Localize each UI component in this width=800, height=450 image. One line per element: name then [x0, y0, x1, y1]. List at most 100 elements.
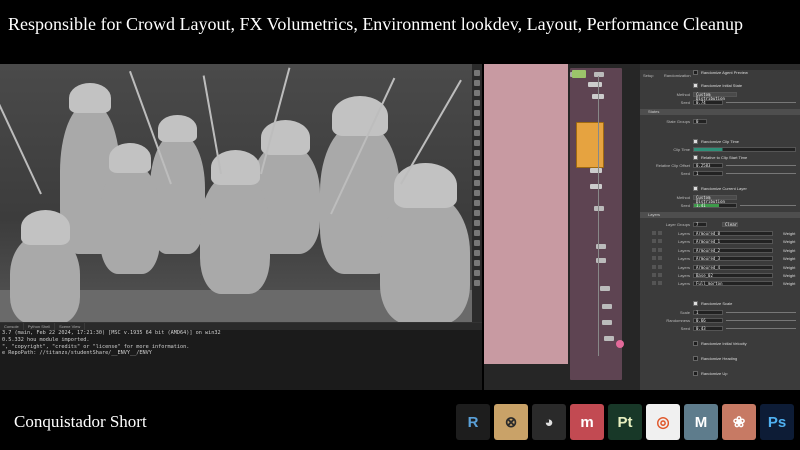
current-layer-row: Randomize Current Layer	[640, 185, 800, 192]
state-groups-field[interactable]: 0	[693, 119, 707, 124]
initial-state-checkbox[interactable]	[693, 83, 698, 88]
viewport-tool-button[interactable]	[474, 150, 480, 156]
scale-field[interactable]: 1	[693, 310, 723, 315]
randomness-slider[interactable]	[726, 320, 796, 321]
scene-viewport[interactable]	[0, 64, 482, 322]
python-console[interactable]: Console Python Shell Scene View 3.7 (mai…	[0, 322, 482, 390]
current-layer-label: Randomize Current Layer	[701, 186, 747, 191]
up-row: Randomize Up	[640, 370, 800, 377]
seed-slider[interactable]	[726, 328, 796, 329]
software-logos: R ⊗ ◕ m Pt ◎ M ❀ Ps	[456, 404, 794, 442]
viewport-tool-button[interactable]	[474, 230, 480, 236]
scale-slider[interactable]	[726, 312, 796, 313]
viewport-tool-button[interactable]	[474, 190, 480, 196]
method-dropdown[interactable]: Custom Distribution	[693, 195, 737, 204]
viewport-tool-button[interactable]	[474, 210, 480, 216]
seed-field[interactable]: 1	[693, 171, 723, 176]
tab-python-shell[interactable]: Python Shell	[24, 323, 56, 330]
offset-slider[interactable]	[726, 165, 796, 166]
viewport-tool-button[interactable]	[474, 130, 480, 136]
crowd-source-subnet[interactable]	[576, 122, 604, 168]
relative-start-checkbox[interactable]	[693, 155, 698, 160]
clip-time-ramp[interactable]	[693, 147, 796, 152]
viewport-tool-button[interactable]	[474, 260, 480, 266]
tab-console[interactable]: Console	[0, 323, 24, 330]
seed-slider[interactable]	[726, 102, 796, 103]
seed-field[interactable]: 0.74	[693, 100, 723, 105]
weight-label: Weight	[783, 281, 796, 287]
state-groups-label: State Groups	[666, 119, 690, 124]
viewport-tool-button[interactable]	[474, 170, 480, 176]
layer-name-field[interactable]: Base_02	[693, 273, 773, 278]
offset-field[interactable]: 0.2583	[693, 163, 723, 168]
tab-scene-view[interactable]: Scene View	[55, 323, 86, 330]
viewport-tool-button[interactable]	[474, 220, 480, 226]
layer-groups-field[interactable]: 7	[693, 222, 707, 227]
viewport-tool-button[interactable]	[474, 160, 480, 166]
crowd-agent	[200, 174, 270, 294]
viewport-tool-button[interactable]	[474, 90, 480, 96]
photoshop-logo: Ps	[760, 404, 794, 440]
viewport-tool-button[interactable]	[474, 280, 480, 286]
layer-row: Layers Full_morton Weight	[640, 280, 800, 287]
layer-name-field[interactable]: Armoured_3	[693, 256, 773, 262]
node[interactable]	[600, 286, 610, 291]
node[interactable]	[588, 82, 602, 87]
node[interactable]	[602, 320, 612, 325]
viewport-toolbar[interactable]	[472, 64, 482, 322]
viewport-tool-button[interactable]	[474, 70, 480, 76]
node[interactable]	[594, 206, 604, 211]
current-layer-checkbox[interactable]	[693, 186, 698, 191]
heading-checkbox[interactable]	[693, 356, 698, 361]
node[interactable]	[590, 184, 602, 189]
weight-label: Weight	[783, 256, 796, 262]
clear-button[interactable]: Clear	[722, 222, 738, 227]
seed-slider[interactable]	[726, 173, 796, 174]
node[interactable]	[594, 72, 604, 77]
agent-preview-label: Randomize Agent Preview	[701, 70, 748, 75]
layer-name-field[interactable]: Armoured_4	[693, 264, 773, 270]
seed-field[interactable]: 1.41	[693, 203, 737, 208]
viewport-tool-button[interactable]	[474, 80, 480, 86]
velocity-checkbox[interactable]	[693, 341, 698, 346]
scale-checkbox[interactable]	[693, 301, 698, 306]
viewport-tool-button[interactable]	[474, 200, 480, 206]
node[interactable]	[590, 168, 602, 173]
davinci-resolve-logo: ◕	[532, 404, 566, 440]
states-section[interactable]: States	[640, 109, 800, 115]
output-node[interactable]	[616, 340, 624, 348]
viewport-tool-button[interactable]	[474, 250, 480, 256]
node-selected[interactable]	[572, 70, 586, 78]
layer-name-field[interactable]: Armoured_0	[693, 231, 773, 236]
node[interactable]	[604, 336, 614, 341]
node-network-editor[interactable]	[484, 64, 640, 390]
initial-state-row: Randomize Initial State	[640, 82, 800, 89]
viewport-tool-button[interactable]	[474, 180, 480, 186]
viewport-tool-button[interactable]	[474, 140, 480, 146]
state-groups-row: State Groups 0	[640, 118, 800, 125]
layer-name-field[interactable]: Armoured_2	[693, 247, 773, 253]
viewport-tool-button[interactable]	[474, 110, 480, 116]
viewport-tool-button[interactable]	[474, 120, 480, 126]
scale-seed-row: Seed 0.43	[640, 325, 800, 332]
clip-time-checkbox[interactable]	[693, 139, 698, 144]
randomness-field[interactable]: 0.66	[693, 318, 723, 323]
initial-seed-row: Seed 0.74	[640, 99, 800, 106]
layer-name-field[interactable]: Full_morton	[693, 281, 773, 287]
clip-time-label: Randomize Clip Time	[701, 139, 740, 144]
agent-preview-checkbox[interactable]	[693, 70, 698, 75]
seed-field[interactable]: 0.43	[693, 326, 723, 331]
morion-helmet	[69, 83, 111, 113]
seed-slider[interactable]	[740, 205, 796, 206]
viewport-tool-button[interactable]	[474, 270, 480, 276]
viewport-tool-button[interactable]	[474, 240, 480, 246]
console-tabs: Console Python Shell Scene View	[0, 323, 482, 330]
layer-name-field[interactable]: Armoured_1	[693, 239, 773, 245]
parameter-panel[interactable]: Setup Randomization Randomize Agent Prev…	[640, 64, 800, 390]
method-label: Method	[676, 195, 690, 200]
layers-section[interactable]: Layers	[640, 212, 800, 218]
node[interactable]	[602, 304, 612, 309]
viewport-tool-button[interactable]	[474, 100, 480, 106]
up-checkbox[interactable]	[693, 371, 698, 376]
method-dropdown[interactable]: Custom Distribution	[693, 92, 737, 101]
